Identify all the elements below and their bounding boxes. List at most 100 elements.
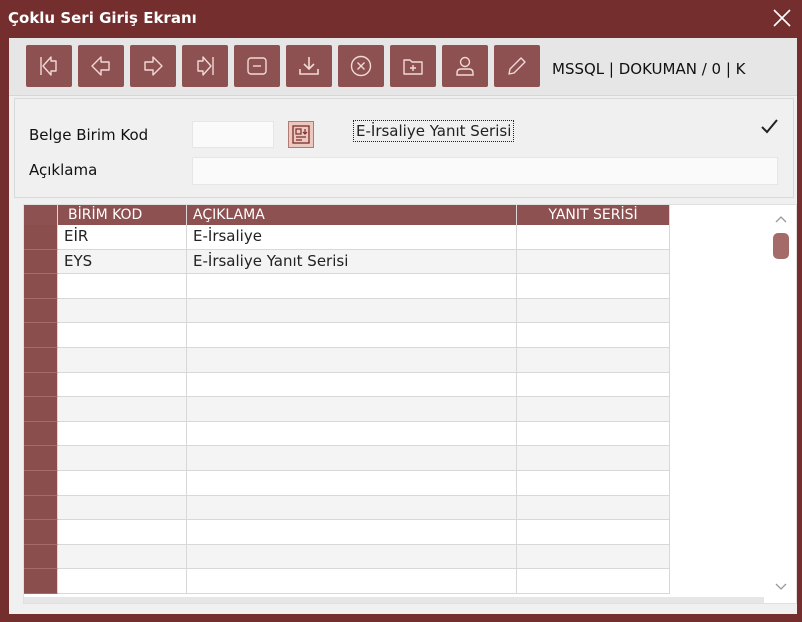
table-row[interactable] (24, 520, 674, 545)
horizontal-scrollbar[interactable] (24, 597, 764, 603)
last-record-button[interactable] (182, 45, 228, 87)
cell-aciklama[interactable]: E-İrsaliye (187, 225, 517, 250)
cell-aciklama[interactable] (187, 544, 517, 570)
birim-kod-picker-button[interactable] (288, 121, 314, 148)
cell-aciklama[interactable] (187, 470, 517, 496)
new-record-button[interactable] (390, 45, 436, 87)
scroll-thumb[interactable] (773, 233, 789, 259)
cell-yanit-serisi[interactable] (517, 495, 670, 521)
first-record-button[interactable] (26, 45, 72, 87)
column-header-yanit-serisi[interactable]: YANIT SERİSİ (517, 205, 670, 225)
cell-yanit-serisi[interactable] (517, 520, 670, 545)
birim-kod-input[interactable] (192, 121, 274, 148)
row-selector[interactable] (24, 323, 58, 348)
cell-yanit-serisi[interactable] (517, 372, 670, 398)
row-selector[interactable] (24, 569, 58, 594)
cell-birim-kod[interactable] (58, 495, 187, 521)
cell-aciklama[interactable]: E-İrsaliye Yanıt Serisi (187, 249, 517, 275)
cell-birim-kod[interactable] (58, 372, 187, 398)
cell-birim-kod[interactable] (58, 421, 187, 447)
cell-birim-kod[interactable] (58, 397, 187, 422)
next-record-button[interactable] (130, 45, 176, 87)
cell-aciklama[interactable] (187, 347, 517, 373)
cell-yanit-serisi[interactable] (517, 569, 670, 594)
row-selector[interactable] (24, 495, 58, 521)
cell-aciklama[interactable] (187, 372, 517, 398)
cell-birim-kod[interactable] (58, 274, 187, 299)
table-row[interactable]: EİR E-İrsaliye (24, 225, 674, 250)
cell-birim-kod[interactable] (58, 520, 187, 545)
title-bar[interactable]: Çoklu Seri Giriş Ekranı (0, 0, 802, 38)
yanit-serisi-label[interactable]: E-İrsaliye Yanıt Serisi (353, 120, 515, 142)
cell-birim-kod[interactable] (58, 446, 187, 471)
cell-aciklama[interactable] (187, 274, 517, 299)
delete-button[interactable] (338, 45, 384, 87)
row-selector[interactable] (24, 274, 58, 299)
row-selector[interactable] (24, 446, 58, 471)
cell-birim-kod[interactable] (58, 544, 187, 570)
cell-birim-kod[interactable] (58, 298, 187, 324)
cell-birim-kod[interactable]: EYS (58, 249, 187, 275)
previous-record-button[interactable] (78, 45, 124, 87)
row-selector[interactable] (24, 470, 58, 496)
cell-birim-kod[interactable]: EİR (58, 225, 187, 250)
cell-aciklama[interactable] (187, 446, 517, 471)
aciklama-input[interactable] (192, 157, 778, 185)
user-button[interactable] (442, 45, 488, 87)
cell-birim-kod[interactable] (58, 569, 187, 594)
cell-yanit-serisi[interactable] (517, 397, 670, 422)
cell-yanit-serisi[interactable] (517, 298, 670, 324)
row-selector[interactable] (24, 372, 58, 398)
row-selector[interactable] (24, 298, 58, 324)
table-row[interactable] (24, 323, 674, 348)
row-selector[interactable] (24, 225, 58, 250)
cell-aciklama[interactable] (187, 495, 517, 521)
cell-birim-kod[interactable] (58, 347, 187, 373)
cell-aciklama[interactable] (187, 397, 517, 422)
column-header-aciklama[interactable]: AÇIKLAMA (187, 205, 517, 225)
cell-yanit-serisi[interactable] (517, 470, 670, 496)
row-selector[interactable] (24, 421, 58, 447)
cell-aciklama[interactable] (187, 323, 517, 348)
scroll-up-button[interactable] (773, 213, 789, 225)
cell-aciklama[interactable] (187, 298, 517, 324)
table-row[interactable] (24, 421, 674, 447)
table-row[interactable] (24, 495, 674, 521)
cell-yanit-serisi[interactable] (517, 225, 670, 250)
cell-aciklama[interactable] (187, 569, 517, 594)
row-selector[interactable] (24, 397, 58, 422)
table-row[interactable] (24, 544, 674, 570)
table-row[interactable] (24, 347, 674, 373)
column-header-birim-kod[interactable]: BİRİM KOD (58, 205, 187, 225)
cell-birim-kod[interactable] (58, 470, 187, 496)
cell-yanit-serisi[interactable] (517, 323, 670, 348)
cell-yanit-serisi[interactable] (517, 544, 670, 570)
cell-birim-kod[interactable] (58, 323, 187, 348)
scroll-down-button[interactable] (773, 581, 789, 593)
cell-yanit-serisi[interactable] (517, 249, 670, 275)
save-button[interactable] (286, 45, 332, 87)
close-button[interactable] (768, 3, 796, 33)
cell-yanit-serisi[interactable] (517, 274, 670, 299)
vertical-scrollbar[interactable] (766, 205, 796, 603)
row-selector[interactable] (24, 347, 58, 373)
cell-yanit-serisi[interactable] (517, 446, 670, 471)
table-row[interactable]: EYS E-İrsaliye Yanıt Serisi (24, 249, 674, 275)
table-row[interactable] (24, 569, 674, 594)
yanit-serisi-checkbox[interactable] (757, 115, 781, 139)
row-selector[interactable] (24, 249, 58, 275)
cell-yanit-serisi[interactable] (517, 421, 670, 447)
table-row[interactable] (24, 470, 674, 496)
edit-button[interactable] (494, 45, 540, 87)
row-selector[interactable] (24, 520, 58, 545)
table-row[interactable] (24, 372, 674, 398)
list-button[interactable] (234, 45, 280, 87)
cell-aciklama[interactable] (187, 520, 517, 545)
row-selector[interactable] (24, 544, 58, 570)
cell-yanit-serisi[interactable] (517, 347, 670, 373)
table-row[interactable] (24, 274, 674, 299)
table-row[interactable] (24, 298, 674, 324)
table-row[interactable] (24, 397, 674, 422)
cell-aciklama[interactable] (187, 421, 517, 447)
table-row[interactable] (24, 446, 674, 471)
